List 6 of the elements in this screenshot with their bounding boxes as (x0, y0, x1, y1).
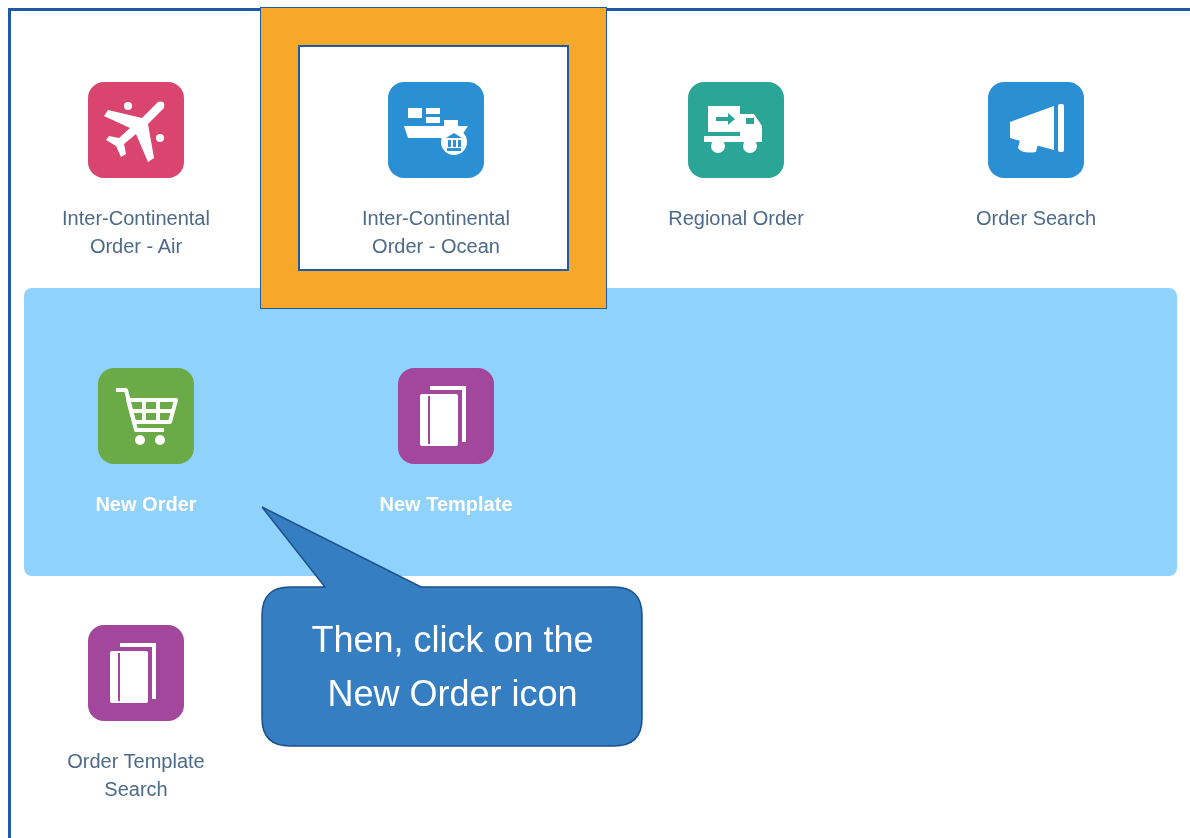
app-tile[interactable]: Regional Order (611, 82, 861, 232)
callout-text: Then, click on the New Order icon (310, 617, 595, 716)
app-tile[interactable]: Inter-Continental Order - Ocean (311, 82, 561, 260)
app-tile[interactable]: Order Search (911, 82, 1161, 232)
app-tile[interactable]: Order Template Search (11, 625, 261, 803)
app-tile[interactable]: Inter-Continental Order - Air (11, 82, 261, 260)
